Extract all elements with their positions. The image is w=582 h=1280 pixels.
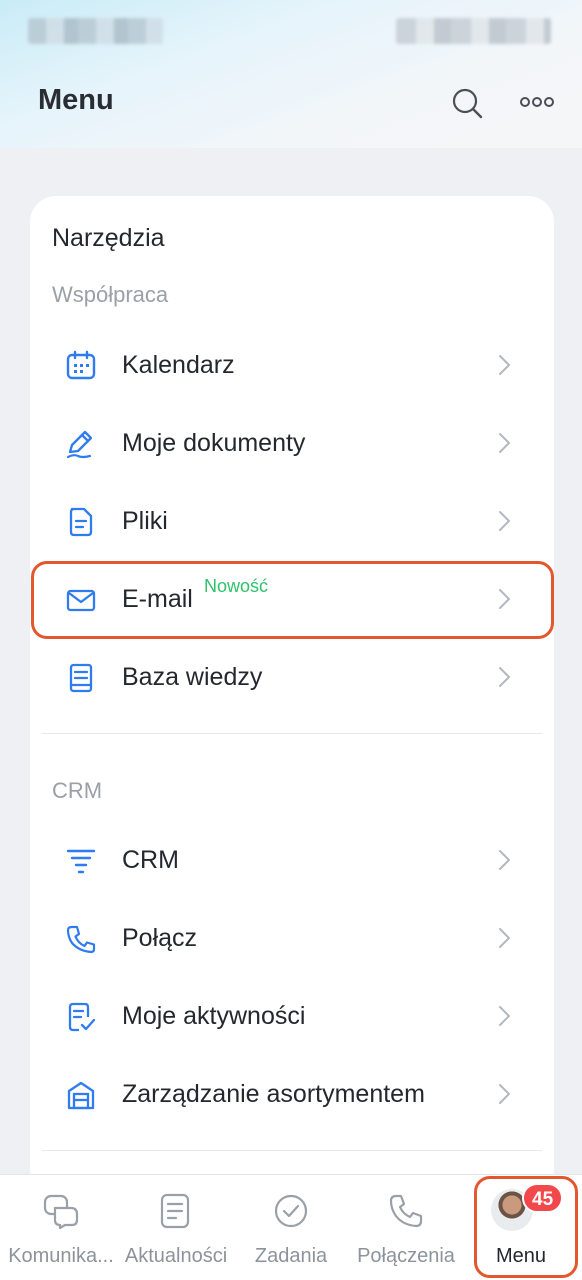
chevron-right-icon	[494, 1003, 514, 1029]
menu-item-label: Zarządzanie asortymentem	[122, 1080, 425, 1108]
tab-label: Połączenia	[357, 1245, 455, 1267]
tab-label: Zadania	[254, 1245, 328, 1267]
checklist-icon	[64, 1001, 98, 1033]
section-divider	[42, 733, 542, 734]
calendar-icon	[64, 350, 98, 382]
menu-item-label: Moje aktywności	[122, 1002, 306, 1030]
chevron-right-icon	[494, 664, 514, 690]
tab-calls[interactable]: Połączenia	[347, 1175, 465, 1280]
email-highlight-frame	[31, 561, 554, 639]
menu-item-calendar[interactable]: Kalendarz	[30, 330, 554, 400]
tab-messenger[interactable]: Komunika...	[2, 1175, 120, 1280]
menu-item-inventory-management[interactable]: Zarządzanie asortymentem	[30, 1059, 554, 1129]
tab-label: Komunika...	[8, 1245, 114, 1267]
card-title: Narzędzia	[52, 224, 165, 252]
chevron-right-icon	[494, 847, 514, 873]
phone-icon	[386, 1191, 426, 1231]
status-bar-right-blurred	[396, 18, 551, 44]
chevron-right-icon	[494, 508, 514, 534]
menu-item-files[interactable]: Pliki	[30, 486, 554, 556]
header: Menu	[0, 0, 582, 148]
tab-tasks[interactable]: Zadania	[232, 1175, 350, 1280]
section-label-crm: CRM	[52, 778, 103, 803]
status-bar-left-blurred	[28, 18, 163, 44]
menu-item-my-documents[interactable]: Moje dokumenty	[30, 408, 554, 478]
check-circle-icon	[271, 1191, 311, 1231]
menu-item-connect[interactable]: Połącz	[30, 903, 554, 973]
menu-item-knowledge-base[interactable]: Baza wiedzy	[30, 642, 554, 712]
store-icon	[64, 1079, 98, 1111]
menu-item-label: CRM	[122, 846, 179, 874]
chevron-right-icon	[494, 925, 514, 951]
menu-item-my-activities[interactable]: Moje aktywności	[30, 981, 554, 1051]
news-icon	[156, 1191, 196, 1231]
pen-icon	[64, 428, 98, 460]
file-icon	[64, 506, 98, 538]
chevron-right-icon	[494, 352, 514, 378]
section-label-collaboration: Współpraca	[52, 282, 169, 307]
funnel-icon	[64, 845, 98, 877]
chevron-right-icon	[494, 430, 514, 456]
chevron-right-icon	[494, 1081, 514, 1107]
phone-icon	[64, 923, 98, 955]
menu-tab-highlight-frame	[474, 1176, 578, 1278]
menu-item-label: Moje dokumenty	[122, 429, 306, 457]
page-title: Menu	[38, 84, 114, 116]
tab-label: Aktualności	[124, 1245, 228, 1267]
book-icon	[64, 662, 98, 694]
menu-item-label: Pliki	[122, 507, 168, 535]
tools-card: Narzędzia Współpraca Kalendarz Moje doku…	[30, 196, 554, 1196]
tab-news[interactable]: Aktualności	[117, 1175, 235, 1280]
more-horizontal-icon[interactable]	[518, 90, 556, 114]
menu-item-label: Połącz	[122, 924, 198, 952]
section-divider	[42, 1150, 542, 1151]
menu-item-label: Kalendarz	[122, 351, 235, 379]
chat-icon	[41, 1191, 81, 1231]
search-icon[interactable]	[450, 86, 484, 120]
menu-item-label: Baza wiedzy	[122, 663, 263, 691]
menu-item-crm[interactable]: CRM	[30, 825, 554, 895]
